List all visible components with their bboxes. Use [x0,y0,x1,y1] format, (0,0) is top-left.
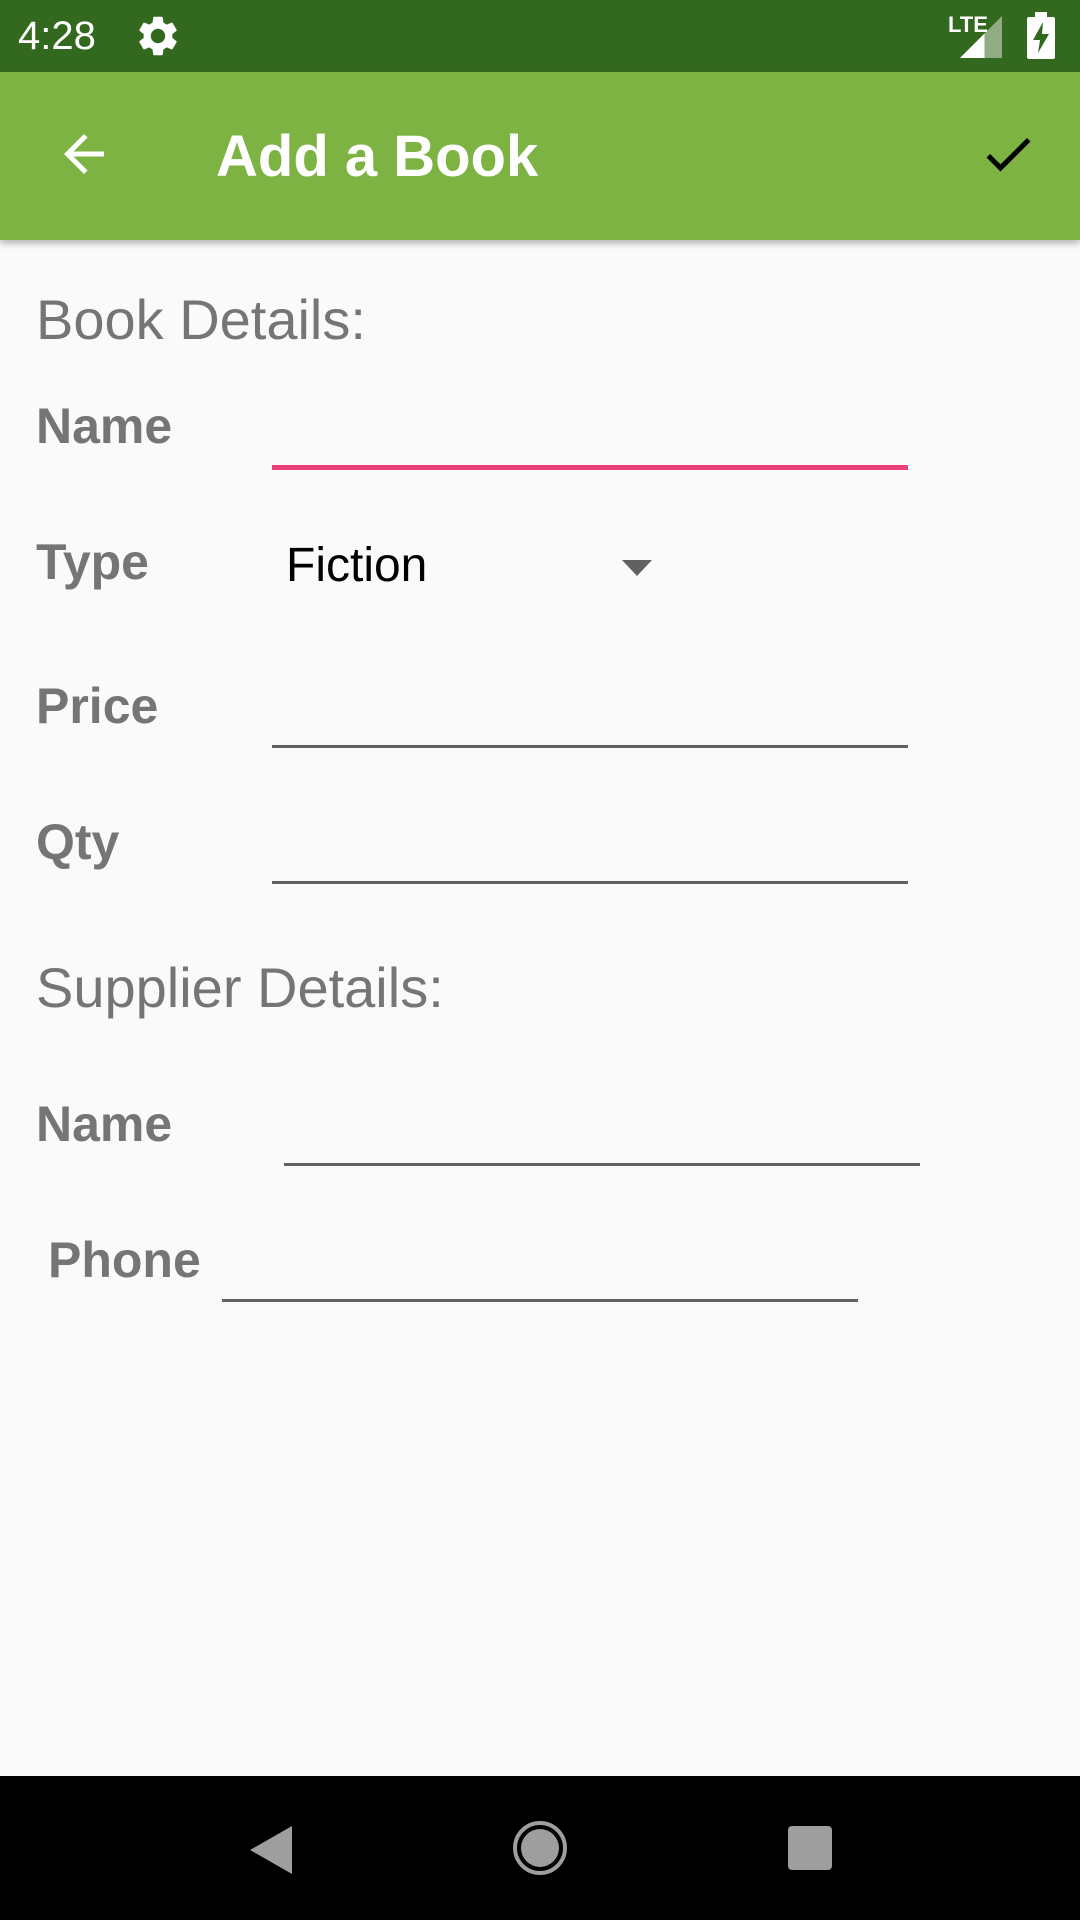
book-type-spinner[interactable]: Fiction [270,530,660,604]
signal-icon [960,16,1002,58]
supplier-phone-label: Phone [48,1232,201,1288]
book-details-heading: Book Details: [36,288,366,351]
supplier-name-label: Name [36,1096,173,1152]
book-name-input[interactable] [272,404,908,470]
nav-back-icon[interactable] [246,1824,294,1876]
navigation-bar [0,1776,1080,1920]
arrow-left-icon[interactable] [54,124,114,184]
battery-charging-icon [1027,12,1055,59]
nav-recents-icon[interactable] [786,1824,834,1872]
app-bar: Add a Book [0,72,1080,240]
nav-home-icon[interactable] [512,1820,568,1876]
supplier-phone-input[interactable] [222,1236,858,1302]
supplier-details-heading: Supplier Details: [36,956,444,1019]
status-time: 4:28 [18,14,96,58]
page-title: Add a Book [216,124,539,189]
book-type-label: Type [36,534,149,590]
price-label: Price [36,678,159,734]
status-bar: 4:28 LTE [0,0,1080,72]
book-type-selected: Fiction [286,539,428,592]
qty-input[interactable] [272,818,908,884]
price-input[interactable] [272,682,908,748]
gear-icon [139,16,177,56]
dropdown-arrow-icon [622,560,652,576]
book-name-label: Name [36,398,173,454]
supplier-name-input[interactable] [284,1100,920,1166]
qty-label: Qty [36,814,120,870]
check-icon[interactable] [976,124,1040,184]
